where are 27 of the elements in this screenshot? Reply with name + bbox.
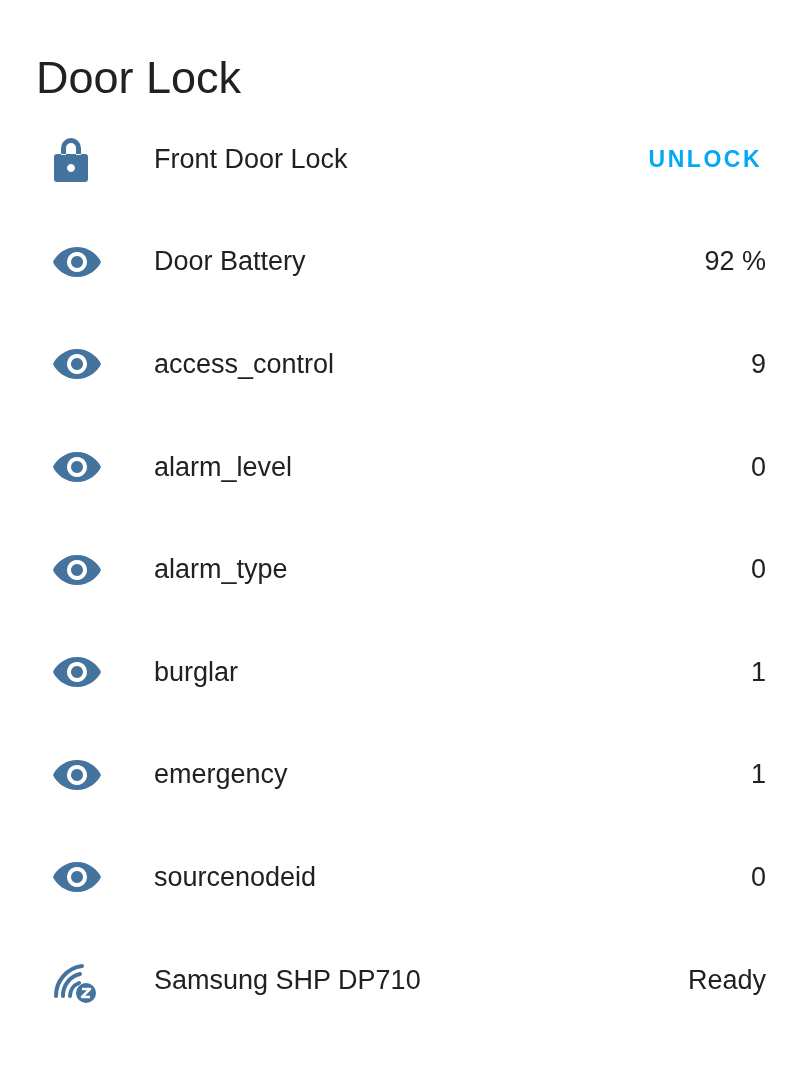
entity-name: emergency bbox=[154, 759, 289, 791]
entity-state: 92 % bbox=[704, 246, 766, 278]
eye-icon bbox=[52, 348, 102, 381]
entity-state: 1 bbox=[750, 656, 766, 688]
eye-icon bbox=[52, 451, 102, 484]
entity-state: 9 bbox=[750, 349, 766, 380]
eye-icon bbox=[52, 553, 102, 586]
entity-state: 0 bbox=[750, 861, 766, 893]
eye-icon bbox=[52, 758, 102, 791]
entity-name: alarm_level bbox=[154, 451, 294, 483]
eye-icon bbox=[52, 861, 102, 894]
lock-icon bbox=[52, 135, 90, 184]
card-title: Door Lock bbox=[36, 51, 243, 105]
entity-name: sourcenodeid bbox=[154, 861, 318, 893]
unlock-button[interactable]: UNLOCK bbox=[644, 139, 766, 179]
entity-name: Front Door Lock bbox=[154, 143, 349, 175]
entity-name: Samsung SHP DP710 bbox=[154, 964, 422, 996]
entity-name: burglar bbox=[154, 656, 240, 688]
entity-state: 0 bbox=[750, 451, 766, 483]
eye-icon bbox=[52, 656, 102, 689]
entity-name: Door Battery bbox=[154, 246, 307, 278]
entity-state: 0 bbox=[750, 554, 766, 586]
eye-icon bbox=[52, 245, 102, 278]
entity-state: 1 bbox=[750, 759, 766, 791]
entity-name: alarm_type bbox=[154, 554, 289, 586]
entity-name: access_control bbox=[154, 349, 336, 380]
entity-state: Ready bbox=[687, 964, 766, 996]
